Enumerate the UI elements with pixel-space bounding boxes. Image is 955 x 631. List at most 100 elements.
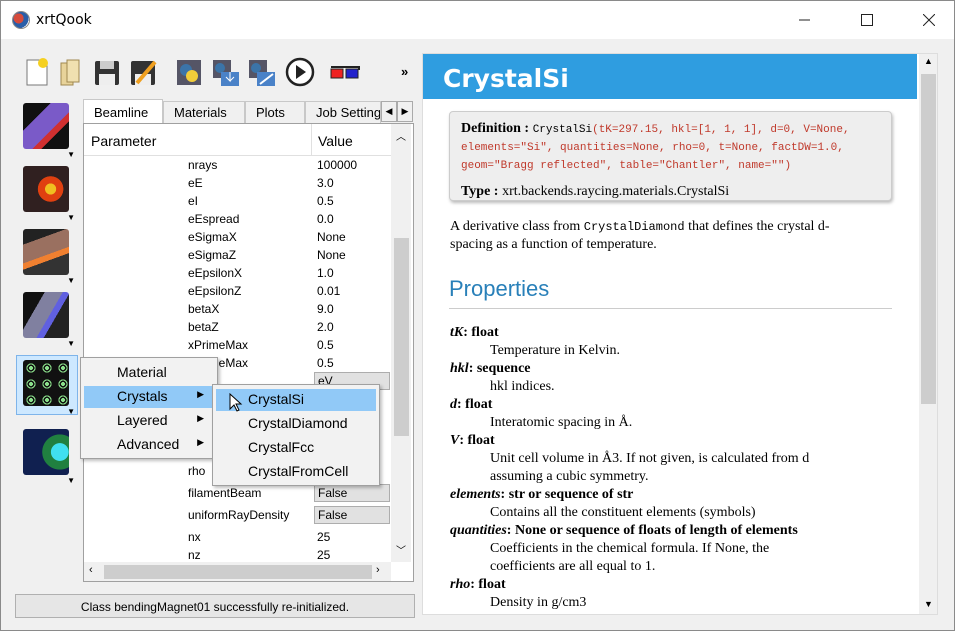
sources-button[interactable]: ▼ (21, 101, 75, 159)
definition-args: (tK=297.15, hkl=[1, 1, 1], d=0, V=None, (592, 124, 850, 136)
scroll-up-icon[interactable]: ▲ (924, 56, 933, 66)
param-value[interactable]: 100000 (317, 158, 357, 172)
scroll-down-icon[interactable]: ▼ (924, 599, 933, 609)
param-value-combo[interactable]: False (314, 484, 390, 502)
table-row[interactable]: eEspread 0.0 (84, 210, 390, 228)
minimize-button[interactable] (782, 1, 828, 39)
param-value[interactable]: 0.5 (317, 356, 334, 370)
element-sidebar: ▼ ▼ ▼ ▼ ▼ ▼ (15, 97, 81, 497)
save-script-as-icon (249, 60, 275, 86)
menu-item-layered[interactable]: Layered ▶ (84, 410, 214, 432)
close-button[interactable] (906, 1, 952, 39)
close-icon (923, 14, 935, 26)
python-script-button[interactable] (175, 57, 203, 87)
submenu-item-crystalfromcell[interactable]: CrystalFromCell (216, 461, 376, 483)
submenu-item-crystaldiamond[interactable]: CrystalDiamond (216, 413, 376, 435)
definition-args: geom="Bragg reflected", table="Chantler"… (461, 160, 792, 172)
param-value[interactable]: 3.0 (317, 176, 334, 190)
save-script-as-button[interactable] (247, 57, 275, 87)
mouse-cursor-icon (229, 393, 243, 412)
new-file-button[interactable] (23, 57, 51, 87)
minimize-icon (799, 19, 810, 21)
dropdown-arrow-icon: ▼ (67, 276, 75, 285)
param-value[interactable]: 2.0 (317, 320, 334, 334)
param-name: nz (188, 548, 201, 562)
save-script-icon (213, 60, 239, 86)
properties-list: tK: float Temperature in Kelvin. hkl: se… (450, 325, 810, 610)
table-horizontal-scrollbar[interactable]: ‹ › (84, 562, 391, 581)
param-value[interactable]: 0.5 (317, 194, 334, 208)
table-row[interactable]: eSigmaX None (84, 228, 390, 246)
save-button[interactable] (93, 57, 121, 87)
param-value[interactable]: None (317, 248, 346, 262)
param-value[interactable]: 1.0 (317, 266, 334, 280)
submenu-item-crystalfcc[interactable]: CrystalFcc (216, 437, 376, 459)
table-row[interactable]: eEpsilonZ 0.01 (84, 282, 390, 300)
tab-job-settings[interactable]: Job Settings (305, 101, 381, 123)
scroll-right-icon[interactable]: › (376, 564, 380, 576)
definition-name: CrystalSi (532, 124, 593, 136)
param-value[interactable]: 9.0 (317, 302, 334, 316)
param-value[interactable]: 25 (317, 530, 330, 544)
screen-icon (23, 292, 69, 338)
param-value[interactable]: 0.01 (317, 284, 340, 298)
tab-scroll-right-button[interactable]: ▶ (397, 101, 413, 122)
column-header-parameter[interactable]: Parameter (91, 133, 156, 149)
param-name: nrays (188, 158, 218, 172)
toolbar-overflow-icon[interactable]: » (401, 64, 408, 79)
table-row[interactable]: uniformRayDensity False (84, 506, 390, 524)
menu-item-advanced[interactable]: Advanced ▶ (84, 434, 214, 456)
screens-button[interactable]: ▼ (21, 290, 75, 348)
source-icon (23, 103, 69, 149)
param-value[interactable]: 25 (317, 548, 330, 562)
materials-button[interactable]: ▼ (16, 355, 78, 416)
table-row[interactable]: filamentBeam False (84, 484, 390, 502)
run-button[interactable] (285, 57, 315, 87)
save-script-button[interactable] (211, 57, 239, 87)
table-row[interactable]: nrays 100000 (84, 156, 390, 174)
xrt-app-icon (12, 11, 30, 29)
definition-args: elements="Si", quantities=None, rho=0, t… (461, 142, 844, 154)
doc-vertical-scrollbar[interactable]: ▲ ▼ (919, 54, 937, 614)
param-value[interactable]: None (317, 230, 346, 244)
param-value[interactable]: 0.5 (317, 338, 334, 352)
save-as-button[interactable] (129, 57, 157, 87)
maximize-button[interactable] (844, 1, 890, 39)
column-header-value[interactable]: Value (318, 133, 353, 149)
scroll-down-icon[interactable]: ﹀ (396, 542, 406, 557)
param-value[interactable]: 0.0 (317, 212, 334, 226)
3d-glasses-icon (330, 66, 360, 79)
table-row[interactable]: xPrimeMax 0.5 (84, 336, 390, 354)
apertures-button[interactable]: ▼ (21, 164, 75, 222)
table-row[interactable]: betaZ 2.0 (84, 318, 390, 336)
optical-elements-button[interactable]: ▼ (21, 227, 75, 285)
param-name: nx (188, 530, 201, 544)
submenu-arrow-icon: ▶ (197, 389, 204, 399)
scroll-left-icon[interactable]: ‹ (89, 564, 93, 576)
tab-beamline[interactable]: Beamline (83, 99, 163, 123)
tab-scroll-left-button[interactable]: ◀ (381, 101, 397, 122)
table-row[interactable]: eI 0.5 (84, 192, 390, 210)
tab-materials[interactable]: Materials (163, 101, 245, 123)
optical-element-icon (23, 229, 69, 275)
open-file-button[interactable] (57, 57, 85, 87)
param-value-combo[interactable]: False (314, 506, 390, 524)
table-row[interactable]: nx 25 (84, 528, 390, 546)
table-row[interactable]: eEpsilonX 1.0 (84, 264, 390, 282)
plots-button[interactable]: ▼ (21, 427, 75, 485)
param-name: eSigmaX (188, 230, 237, 244)
scroll-thumb[interactable] (921, 74, 936, 404)
param-name: eE (188, 176, 203, 190)
glow-3d-button[interactable] (329, 57, 360, 87)
menu-item-material[interactable]: Material (84, 362, 214, 384)
table-row[interactable]: betaX 9.0 (84, 300, 390, 318)
menu-item-crystals[interactable]: Crystals ▶ (84, 386, 214, 408)
scroll-thumb[interactable] (394, 238, 409, 436)
table-row[interactable]: eSigmaZ None (84, 246, 390, 264)
table-row[interactable]: eE 3.0 (84, 174, 390, 192)
tab-plots[interactable]: Plots (245, 101, 305, 123)
python-icon (177, 60, 201, 85)
scroll-thumb[interactable] (104, 565, 372, 579)
scroll-up-icon[interactable]: ︿ (396, 128, 406, 143)
table-vertical-scrollbar[interactable]: ︿ ﹀ (391, 124, 411, 562)
